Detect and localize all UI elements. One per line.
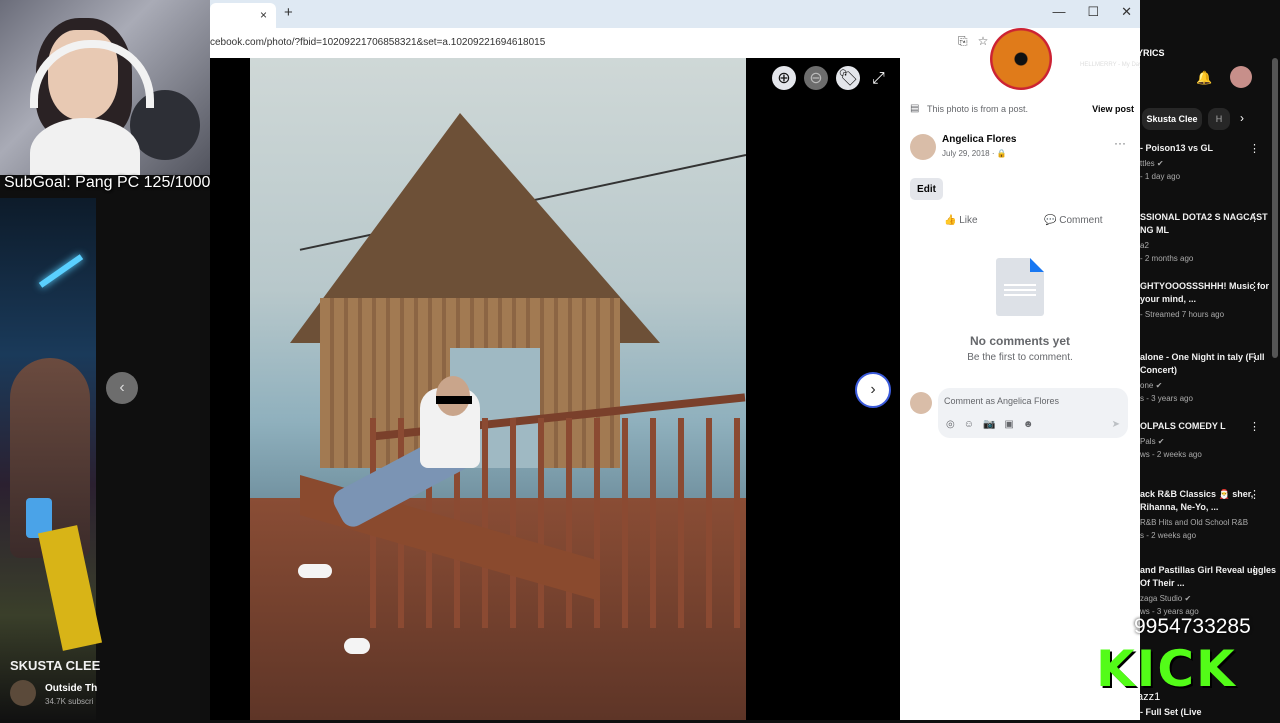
channel-subs: 34.7K subscri <box>45 697 94 706</box>
post-icon: ▤ <box>910 103 920 114</box>
video-meta: s - 3 years ago <box>1140 394 1193 403</box>
video-meta: s - 2 weeks ago <box>1140 531 1197 540</box>
more-vert-icon[interactable]: ⋮ <box>1249 211 1260 224</box>
chevron-right-icon[interactable]: › <box>1240 111 1244 125</box>
video-item[interactable]: OLPALS COMEDY L Pals ✔ ws - 2 weeks ago … <box>1140 420 1280 459</box>
subgoal-text: SubGoal: Pang PC 125/1000 <box>4 174 211 191</box>
more-options-icon[interactable]: ··· <box>1114 136 1126 150</box>
video-channel: one ✔ <box>1140 381 1163 390</box>
channel-name: Outside Th <box>45 683 98 694</box>
from-post-row: ▤ This photo is from a post. View post <box>910 103 1134 119</box>
no-comments-title: No comments yet <box>969 334 1071 348</box>
video-item[interactable]: - Full Set (Live <box>1140 706 1280 723</box>
minimize-button[interactable]: — <box>1052 4 1065 20</box>
more-vert-icon[interactable]: ⋮ <box>1249 564 1260 577</box>
more-vert-icon[interactable]: ⋮ <box>1249 351 1260 364</box>
video-meta: - 2 months ago <box>1140 254 1194 263</box>
commenter-avatar <box>910 392 932 414</box>
profile-avatar[interactable] <box>1230 66 1252 88</box>
more-vert-icon[interactable]: ⋮ <box>1249 488 1260 501</box>
comment-composer: Comment as Angelica Flores ◎ ☺ 📷 ▣ ☻ ➤ <box>910 388 1130 438</box>
now-playing-title: GOLDY LYRICS <box>1098 48 1165 58</box>
more-vert-icon[interactable]: ⋮ <box>1249 420 1260 433</box>
video-channel: a2 <box>1140 241 1149 250</box>
video-channel: Pals ✔ <box>1140 437 1165 446</box>
browser-tab-bar: × + — ☐ ✕ <box>210 0 1140 28</box>
kick-logo: KICK <box>1096 640 1237 698</box>
sticker-icon[interactable]: ☻ <box>1023 419 1034 430</box>
kick-username: Bayazz1 <box>1118 691 1161 703</box>
document-icon <box>996 258 1044 316</box>
video-item[interactable]: alone - One Night in taly (Full Concert)… <box>1140 351 1280 403</box>
gif-icon[interactable]: ▣ <box>1004 419 1013 430</box>
bookmark-star-icon[interactable]: ☆ <box>978 34 989 49</box>
next-photo-button[interactable]: › <box>855 372 891 408</box>
more-vert-icon[interactable]: ⋮ <box>1249 142 1260 155</box>
post-author: Angelica Flores July 29, 2018 · 🔒 ··· <box>910 134 1134 164</box>
chip-skusta-clee[interactable]: Skusta Clee <box>1142 108 1202 130</box>
left-stream-video[interactable] <box>0 198 103 720</box>
address-bar-icons: ⎘ ☆ <box>958 34 988 49</box>
video-meta: - Streamed 7 hours ago <box>1140 310 1225 319</box>
left-channel-info[interactable]: Outside Th 34.7K subscri <box>10 680 98 710</box>
comment-tools: ◎ ☺ 📷 ▣ ☻ <box>946 419 1033 430</box>
video-meta: - 1 day ago <box>1140 172 1181 181</box>
comment-button[interactable]: 💬 Comment <box>1044 215 1103 226</box>
more-vert-icon[interactable]: ⋮ <box>1249 280 1260 293</box>
tag-icon[interactable]: 🏷 <box>836 66 860 90</box>
avatar-sticker-icon[interactable]: ◎ <box>946 419 955 430</box>
from-post-text: This photo is from a post. <box>927 104 1029 114</box>
post-panel: ▤ This photo is from a post. View post A… <box>900 58 1140 720</box>
zoom-in-icon[interactable]: ⊕ <box>772 66 796 90</box>
photo-viewer: ⊕ ⊖ 🏷 ⤢ › <box>210 58 900 720</box>
like-button[interactable]: 👍 Like <box>944 215 978 226</box>
donation-number: 9954733285 <box>1134 615 1251 638</box>
video-channel: R&B Hits and Old School R&B <box>1140 518 1249 527</box>
comment-input[interactable]: Comment as Angelica Flores ◎ ☺ 📷 ▣ ☻ ➤ <box>938 388 1128 438</box>
send-icon[interactable]: ➤ <box>1112 419 1120 430</box>
photo[interactable] <box>250 58 746 720</box>
bell-icon[interactable]: 🔔 <box>1196 70 1212 86</box>
left-video-title[interactable]: SKUSTA CLEE <box>10 658 100 673</box>
post-date[interactable]: July 29, 2018 · 🔒 <box>942 149 1007 158</box>
author-avatar[interactable] <box>910 134 936 160</box>
chip-next[interactable]: H <box>1208 108 1230 130</box>
camera-icon[interactable]: 📷 <box>983 419 995 430</box>
close-window-button[interactable]: ✕ <box>1121 4 1132 20</box>
view-post-link[interactable]: View post <box>1092 104 1134 114</box>
maximize-button[interactable]: ☐ <box>1087 4 1099 20</box>
webcam-overlay <box>0 0 210 175</box>
browser-tab[interactable]: × <box>210 3 276 28</box>
now-playing-overlay: GOLDY LYRICS HELLMERRY - My Day (Lyrics) <box>990 28 1165 90</box>
previous-photo-button[interactable]: ‹ <box>106 372 138 404</box>
video-meta: ws - 2 weeks ago <box>1140 450 1202 459</box>
zoom-out-icon[interactable]: ⊖ <box>804 66 828 90</box>
no-comments-subtitle: Be the first to comment. <box>967 352 1073 363</box>
video-title: - Full Set (Live <box>1140 707 1202 717</box>
new-tab-button[interactable]: + <box>284 4 293 21</box>
video-item[interactable]: GHTYOOOSSSHHH! Music for your mind, ... … <box>1140 280 1280 319</box>
video-item[interactable]: - Poison13 vs GL ttles ✔ - 1 day ago ⋮ <box>1140 142 1280 181</box>
video-channel: zaga Studio ✔ <box>1140 594 1192 603</box>
video-item[interactable]: ack R&B Classics 🎅 sher, Rihanna, Ne-Yo,… <box>1140 488 1280 540</box>
no-comments-section: No comments yet Be the first to comment. <box>900 258 1140 363</box>
video-channel: ttles ✔ <box>1140 159 1164 168</box>
channel-avatar <box>10 680 36 706</box>
emoji-icon[interactable]: ☺ <box>964 419 974 430</box>
vinyl-disc-icon <box>990 28 1052 90</box>
window-controls: — ☐ ✕ <box>1052 4 1132 20</box>
reaction-row: 👍 Like 💬 Comment <box>910 208 1134 236</box>
author-name[interactable]: Angelica Flores <box>942 134 1016 145</box>
video-item[interactable]: SSIONAL DOTA2 S NAGCAST NG ML a2 - 2 mon… <box>1140 211 1280 263</box>
url-text[interactable]: cebook.com/photo/?fbid=10209221706858321… <box>210 37 545 48</box>
comment-placeholder: Comment as Angelica Flores <box>944 396 1060 406</box>
video-item[interactable]: and Pastillas Girl Reveal uggles Of Thei… <box>1140 564 1280 616</box>
tab-close-button[interactable]: × <box>260 8 267 22</box>
edit-button[interactable]: Edit <box>910 178 943 200</box>
fullscreen-icon[interactable]: ⤢ <box>872 70 885 88</box>
install-icon[interactable]: ⎘ <box>958 34 968 49</box>
